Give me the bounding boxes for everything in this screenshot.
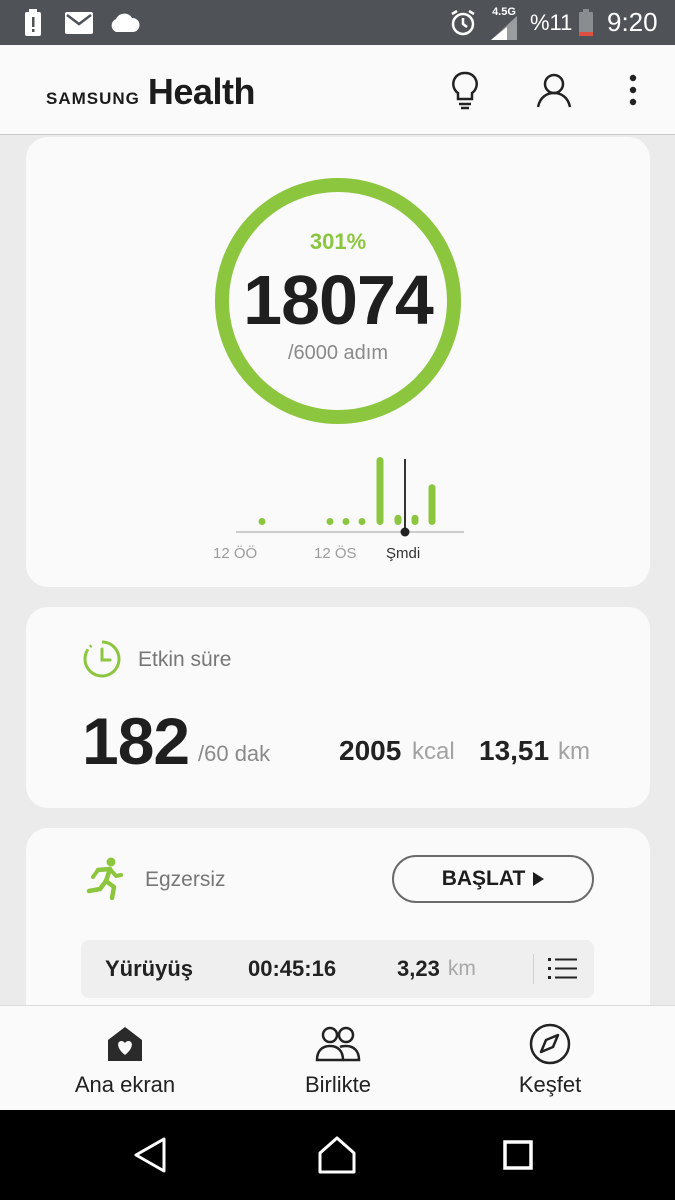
activity-bar: [258, 518, 266, 525]
more-options-icon[interactable]: [610, 67, 656, 113]
alarm-icon: [449, 0, 477, 45]
active-time-icon: [82, 639, 122, 679]
lightbulb-icon[interactable]: [442, 67, 488, 113]
workout-summary-row[interactable]: Yürüyüş 00:45:16 3,23 km: [81, 940, 594, 998]
cloud-icon: [108, 0, 140, 45]
activity-bar: [411, 514, 419, 525]
logo-samsung-text: SAMSUNG: [46, 89, 140, 108]
mail-icon: [65, 0, 93, 45]
tab-together-label: Birlikte: [304, 1072, 371, 1097]
workout-type: Yürüyüş: [105, 956, 194, 981]
system-navigation-bar: [0, 1110, 675, 1200]
workout-distance-unit: km: [447, 957, 476, 980]
workout-distance: 3,23 km: [397, 940, 476, 998]
running-icon: [84, 856, 124, 901]
timeline-tick-midnight: 12 ÖÖ: [213, 545, 258, 562]
tab-home[interactable]: Ana ekran: [55, 1006, 195, 1111]
play-icon: [533, 872, 545, 886]
timeline-tick-now: Şmdi: [386, 545, 421, 562]
distance-unit: km: [558, 738, 590, 765]
active-time-value: 182: [82, 704, 190, 778]
status-bar: 4.5G %11 9:20: [0, 0, 675, 45]
bottom-navigation: Ana ekran Birlikte Keşfet: [0, 1005, 675, 1110]
compass-icon: [527, 1022, 573, 1066]
exercise-title: Egzersiz: [145, 868, 226, 891]
start-exercise-button[interactable]: BAŞLAT: [392, 855, 594, 903]
tab-discover[interactable]: Keşfet: [495, 1006, 605, 1111]
battery-alert-icon: [22, 0, 44, 45]
activity-bar: [428, 484, 436, 525]
activity-bar: [358, 518, 366, 525]
workout-distance-value: 3,23: [397, 956, 440, 981]
steps-goal: /6000 adım: [287, 342, 389, 364]
start-button-label: BAŞLAT: [441, 867, 526, 890]
active-time-goal: /60 dak: [198, 741, 271, 766]
profile-icon[interactable]: [531, 67, 577, 113]
battery-icon: [578, 0, 594, 45]
home-heart-icon: [102, 1022, 148, 1066]
tab-together[interactable]: Birlikte: [283, 1006, 393, 1111]
distance-value: 13,51: [479, 735, 550, 766]
home-icon[interactable]: [314, 1132, 360, 1178]
clock: 9:20: [607, 7, 658, 37]
activity-bar: [394, 514, 402, 525]
calories-value: 2005: [339, 735, 402, 766]
app-bar: SAMSUNG Health: [0, 45, 675, 135]
active-time-title: Etkin süre: [138, 648, 232, 671]
list-icon[interactable]: [547, 953, 579, 985]
exercise-card[interactable]: Egzersiz BAŞLAT Yürüyüş 00:45:16 3,23 km: [26, 828, 650, 1028]
divider: [533, 954, 534, 984]
recents-icon[interactable]: [495, 1132, 541, 1178]
workout-duration: 00:45:16: [248, 956, 337, 981]
steps-card[interactable]: 301% 18074 /6000 adım 12 ÖÖ 12 ÖS Şmdi: [26, 137, 650, 587]
back-icon[interactable]: [127, 1132, 173, 1178]
activity-bar: [376, 457, 384, 525]
steps-count: 18074: [243, 261, 434, 339]
timeline-tick-noon: 12 ÖS: [314, 545, 357, 562]
signal-icon: 4.5G: [489, 0, 519, 45]
people-icon: [315, 1022, 361, 1066]
active-time-card[interactable]: Etkin süre 182 /60 dak 2005 kcal 13,51 k…: [26, 607, 650, 808]
activity-bar: [342, 518, 350, 525]
logo-health-text: Health: [147, 71, 256, 112]
tab-discover-label: Keşfet: [518, 1072, 582, 1097]
battery-percent: %11: [530, 9, 573, 35]
activity-bar: [326, 518, 334, 525]
samsung-health-logo: SAMSUNG Health: [46, 71, 255, 113]
tab-home-label: Ana ekran: [74, 1072, 176, 1097]
calories-unit: kcal: [412, 738, 455, 765]
steps-percent: 301%: [309, 229, 367, 254]
